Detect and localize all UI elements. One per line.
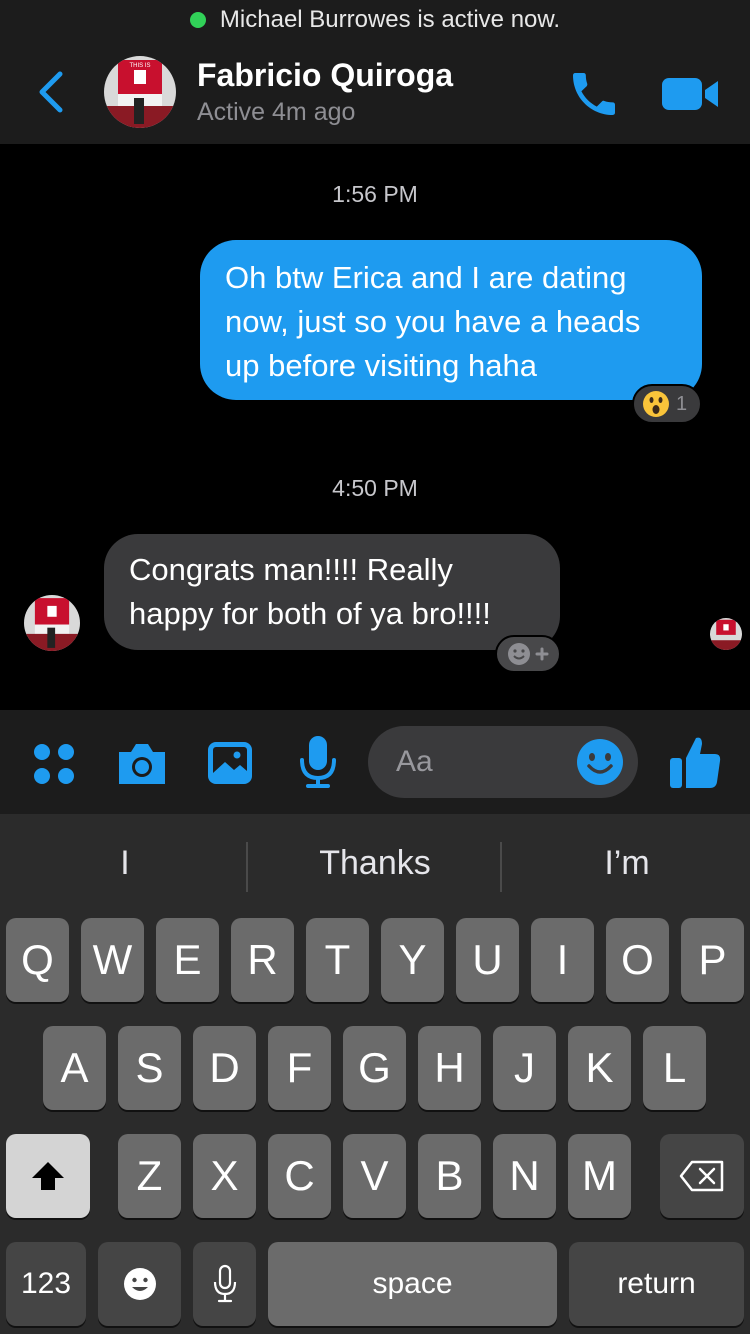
thumbs-up-icon — [670, 737, 721, 788]
svg-text:THIS IS: THIS IS — [129, 63, 150, 69]
more-apps-button[interactable] — [32, 742, 76, 786]
key-z[interactable]: Z — [118, 1134, 181, 1218]
reaction-count: 1 — [676, 392, 688, 415]
return-key[interactable]: return — [569, 1242, 744, 1326]
message-line: now, just so you have a heads — [225, 304, 641, 339]
key-r[interactable]: R — [231, 918, 294, 1002]
key-x[interactable]: X — [193, 1134, 256, 1218]
chevron-left-icon — [39, 71, 63, 113]
key-b[interactable]: B — [418, 1134, 481, 1218]
key-o[interactable]: O — [606, 918, 669, 1002]
delete-key[interactable] — [660, 1134, 744, 1218]
like-button[interactable] — [668, 734, 722, 790]
key-t[interactable]: T — [306, 918, 369, 1002]
add-reaction-icon — [508, 643, 549, 665]
key-p[interactable]: P — [681, 918, 744, 1002]
space-key[interactable]: space — [268, 1242, 557, 1326]
video-camera-icon — [662, 78, 718, 110]
timestamp: 4:50 PM — [332, 475, 418, 501]
key-f[interactable]: F — [268, 1026, 331, 1110]
key-i[interactable]: I — [531, 918, 594, 1002]
back-button[interactable] — [34, 68, 70, 116]
key-m[interactable]: M — [568, 1134, 631, 1218]
camera-icon — [119, 744, 165, 784]
active-banner: Michael Burrowes is active now. — [0, 0, 750, 40]
key-a[interactable]: A — [43, 1026, 106, 1110]
key-d[interactable]: D — [193, 1026, 256, 1110]
message-field[interactable] — [368, 726, 638, 798]
emoji-button[interactable] — [576, 738, 624, 786]
gallery-button[interactable] — [206, 740, 254, 786]
key-y[interactable]: Y — [381, 918, 444, 1002]
four-dots-icon — [34, 744, 74, 784]
contact-name[interactable]: Fabricio Quiroga — [197, 57, 453, 94]
reaction-badge[interactable]: 1 — [632, 384, 702, 424]
read-receipt-avatar — [710, 618, 742, 650]
numbers-key[interactable]: 123 — [6, 1242, 86, 1326]
backspace-icon — [679, 1160, 724, 1192]
keyboard: I Thanks I’m Q W E R T Y U I O P A S D F… — [0, 814, 750, 1334]
online-dot — [189, 12, 206, 28]
suggestion-divider — [246, 842, 248, 892]
message-composer — [0, 710, 750, 814]
shift-key[interactable] — [6, 1134, 90, 1218]
message-line: happy for both of ya bro!!!! — [129, 596, 491, 631]
image-icon — [208, 742, 252, 784]
sender-avatar[interactable] — [24, 595, 80, 651]
contact-status: Active 4m ago — [197, 98, 356, 126]
suggestion-3[interactable]: I’m — [502, 844, 750, 892]
key-h[interactable]: H — [418, 1026, 481, 1110]
message-line: up before visiting haha — [225, 348, 537, 383]
key-k[interactable]: K — [568, 1026, 631, 1110]
contact-avatar[interactable]: THIS IS — [104, 56, 176, 128]
timestamp: 1:56 PM — [332, 181, 418, 207]
key-g[interactable]: G — [343, 1026, 406, 1110]
key-l[interactable]: L — [643, 1026, 706, 1110]
message-input[interactable] — [396, 742, 576, 782]
emoji-face-icon — [123, 1268, 156, 1300]
key-u[interactable]: U — [456, 918, 519, 1002]
suggestion-1[interactable]: I — [0, 844, 250, 892]
key-e[interactable]: E — [156, 918, 219, 1002]
key-j[interactable]: J — [493, 1026, 556, 1110]
dictation-key[interactable] — [193, 1242, 256, 1326]
suggestion-2[interactable]: Thanks — [250, 844, 500, 892]
key-q[interactable]: Q — [6, 918, 69, 1002]
phone-icon — [573, 73, 615, 115]
key-c[interactable]: C — [268, 1134, 331, 1218]
microphone-icon — [300, 736, 336, 788]
outgoing-message[interactable]: Oh btw Erica and I are dating now, just … — [200, 240, 702, 400]
wow-emoji-icon — [643, 391, 669, 417]
smiley-icon — [577, 739, 623, 785]
message-line: Congrats man!!!! Really — [129, 552, 453, 587]
chat-header: THIS IS Fabricio Quiroga Active 4m ago — [0, 40, 750, 144]
video-call-button[interactable] — [660, 72, 722, 116]
emoji-key[interactable] — [98, 1242, 181, 1326]
key-w[interactable]: W — [81, 918, 144, 1002]
key-s[interactable]: S — [118, 1026, 181, 1110]
shift-arrow-icon — [32, 1162, 64, 1190]
add-reaction-button[interactable] — [495, 635, 561, 673]
audio-call-button[interactable] — [566, 66, 622, 122]
incoming-message[interactable]: Congrats man!!!! Really happy for both o… — [104, 534, 560, 650]
microphone-icon — [213, 1264, 236, 1303]
key-n[interactable]: N — [493, 1134, 556, 1218]
key-v[interactable]: V — [343, 1134, 406, 1218]
voice-record-button[interactable] — [298, 734, 338, 790]
message-line: Oh btw Erica and I are dating — [225, 260, 627, 295]
camera-button[interactable] — [115, 740, 169, 788]
active-banner-text: Michael Burrowes is active now. — [219, 6, 561, 33]
